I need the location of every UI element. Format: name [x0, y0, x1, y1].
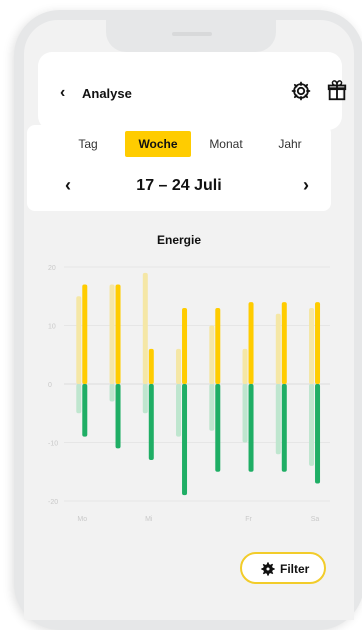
tab-week[interactable]: Woche: [125, 131, 191, 157]
back-button[interactable]: ‹: [60, 84, 65, 102]
chart-title: Energie: [156, 233, 201, 247]
bar-negative: [248, 384, 254, 472]
tab-day[interactable]: Tag: [55, 131, 121, 157]
bar-negative: [281, 384, 287, 472]
bar-positive: [248, 302, 254, 384]
ghost-bar-positive: [275, 313, 281, 384]
page-title: Analyse: [82, 86, 132, 101]
energy-chart: 20 10 0 -10 -20 Mo Mi Fr Sa: [48, 265, 330, 523]
tab-month[interactable]: Monat: [193, 131, 259, 157]
tab-year[interactable]: Jahr: [257, 131, 323, 157]
ghost-bar-positive: [309, 307, 315, 384]
speaker: [172, 32, 212, 36]
bar-positive: [148, 348, 154, 384]
x-tick-label: Mo: [77, 516, 87, 523]
x-tick-label: Sa: [311, 516, 320, 523]
y-tick-label: -20: [48, 499, 58, 506]
top-bar: ‹ Analyse: [38, 52, 347, 130]
bar-negative: [182, 384, 188, 496]
x-tick-label: Mi: [145, 516, 153, 523]
settings-button[interactable]: [290, 80, 312, 102]
next-range-button[interactable]: ›: [303, 175, 309, 196]
bar-positive: [281, 302, 287, 384]
gear-icon: [291, 81, 311, 101]
gift-icon: [327, 80, 347, 101]
chevron-left-icon: ‹: [60, 84, 66, 101]
ghost-bar-negative: [142, 384, 148, 414]
date-range-label: 17 – 24 Juli: [136, 177, 222, 194]
gear-icon: [261, 562, 275, 576]
ghost-bar-negative: [76, 384, 82, 414]
ghost-bar-negative: [275, 384, 281, 455]
notch: [106, 20, 276, 52]
chevron-right-icon: ›: [303, 175, 309, 195]
bar-positive: [215, 307, 221, 384]
ghost-bar-negative: [109, 384, 115, 402]
y-tick-label: 0: [48, 382, 52, 389]
ghost-bar-positive: [109, 284, 115, 384]
bar-positive: [82, 284, 88, 384]
y-tick-label: -10: [48, 441, 58, 448]
bar-negative: [315, 384, 321, 484]
bar-negative: [215, 384, 221, 472]
bar-negative: [82, 384, 88, 437]
bar-positive: [315, 302, 321, 384]
period-tabs: Tag Woche Monat Jahr: [37, 131, 321, 157]
y-tick-label: 10: [48, 324, 56, 331]
ghost-bar-negative: [209, 384, 215, 431]
ghost-bar-positive: [76, 296, 82, 384]
y-tick-label: 20: [48, 265, 56, 272]
gift-button[interactable]: [326, 80, 348, 102]
bar-negative: [115, 384, 121, 449]
date-range-row: ‹ 17 – 24 Juli ›: [27, 167, 331, 201]
ghost-bar-positive: [142, 272, 148, 384]
ghost-bar-positive: [176, 348, 182, 384]
ghost-bar-positive: [242, 348, 248, 384]
ghost-bar-negative: [242, 384, 248, 443]
x-tick-label: Fr: [245, 516, 252, 523]
ghost-bar-negative: [176, 384, 182, 437]
bar-positive: [115, 284, 121, 384]
range-card: Tag Woche Monat Jahr ‹ 17 – 24 Juli ›: [27, 125, 331, 211]
ghost-bar-positive: [209, 325, 215, 384]
ghost-bar-negative: [309, 384, 315, 466]
filter-button[interactable]: Filter: [240, 552, 326, 584]
filter-label: Filter: [280, 562, 310, 576]
bar-negative: [148, 384, 154, 461]
bar-positive: [182, 307, 188, 384]
